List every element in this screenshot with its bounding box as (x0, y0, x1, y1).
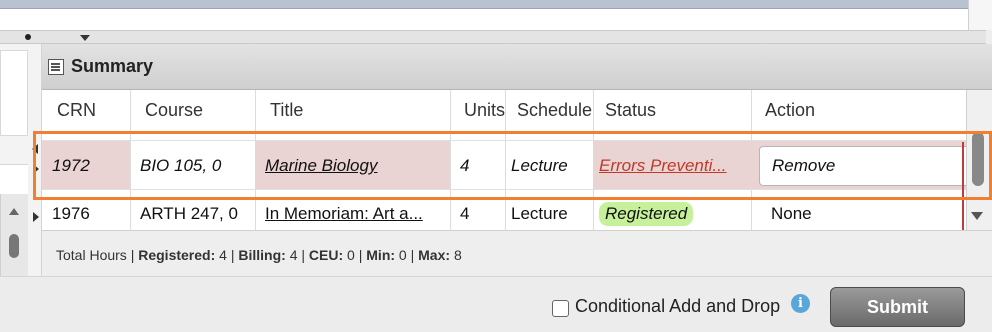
action-cell: Remove (751, 141, 966, 189)
status-cell: Errors Preventi... (593, 141, 751, 189)
registered-value: 4 (219, 247, 227, 263)
column-header-course[interactable]: Course (130, 90, 255, 140)
column-header-schedule[interactable]: Schedule (505, 90, 593, 140)
schedule-cell: Lecture (511, 156, 568, 175)
min-value: 0 (398, 247, 407, 263)
left-pane (0, 44, 42, 312)
status-cell: Registered (593, 198, 751, 230)
units-cell: 4 (460, 204, 470, 223)
scroll-up-icon[interactable] (9, 208, 19, 215)
column-header-action[interactable]: Action (751, 90, 966, 140)
panel-footer: Total Hours | Registered: 4 | Billing: 4… (42, 230, 992, 276)
pane-splitter[interactable] (0, 30, 986, 44)
schedule-cell: Lecture (511, 204, 568, 223)
scroll-thumb[interactable] (972, 132, 984, 186)
top-right-scroll (968, 0, 992, 30)
submit-button[interactable]: Submit (830, 287, 965, 327)
row-arrow-icon[interactable] (33, 164, 39, 174)
billing-value: 4 (289, 247, 298, 263)
status-error-link[interactable]: Errors Preventi... (599, 156, 727, 175)
panel-header: Summary (42, 44, 992, 90)
total-hours-summary: Total Hours | Registered: 4 | Billing: 4… (56, 247, 462, 263)
scroll-down-icon[interactable] (971, 212, 983, 220)
billing-label: Billing: (238, 247, 286, 263)
crn-cell: 1976 (52, 204, 90, 223)
summary-table: CRN Course Title Units Schedule Status A… (42, 90, 966, 276)
registration-screen: Summary CRN Course Title Units Schedule … (0, 0, 992, 332)
registered-label: Registered: (138, 247, 216, 263)
scroll-thumb[interactable] (9, 234, 19, 258)
bottom-bar: Conditional Add and Drop i Submit (0, 276, 992, 332)
status-badge: Registered (599, 202, 694, 226)
info-icon[interactable]: i (791, 294, 810, 313)
course-cell: BIO 105, 0 (140, 156, 222, 175)
course-title-link[interactable]: In Memoriam: Art a... (265, 204, 423, 223)
summary-panel: Summary CRN Course Title Units Schedule … (42, 44, 992, 276)
table-icon (48, 59, 64, 75)
title-cell: Marine Biology (255, 141, 450, 189)
units-cell: 4 (460, 156, 470, 175)
table-scrollbar[interactable] (966, 90, 992, 230)
collapse-caret-icon[interactable] (80, 35, 90, 41)
conditional-add-drop-checkbox[interactable] (552, 300, 569, 317)
ceu-value: 0 (347, 247, 355, 263)
course-title-link[interactable]: Marine Biology (265, 156, 377, 175)
top-area (0, 0, 992, 30)
action-select[interactable]: Remove (759, 146, 966, 186)
max-value: 8 (453, 247, 462, 263)
min-label: Min: (366, 247, 396, 263)
top-panel-edge (0, 0, 968, 9)
expand-left-arrow-icon[interactable] (32, 144, 38, 154)
max-label: Max: (418, 247, 451, 263)
column-header-units[interactable]: Units (450, 90, 505, 140)
table-row[interactable]: 1972 BIO 105, 0 Marine Biology 4 Lecture… (42, 140, 966, 190)
course-cell: ARTH 247, 0 (140, 204, 238, 223)
panel-title: Summary (71, 56, 154, 76)
column-header-crn[interactable]: CRN (42, 90, 130, 140)
column-header-title[interactable]: Title (255, 90, 450, 140)
total-hours-label: Total Hours | (56, 247, 135, 263)
left-pane-content (0, 50, 28, 136)
column-header-status[interactable]: Status (593, 90, 751, 140)
action-cell[interactable]: None (751, 198, 966, 230)
title-cell: In Memoriam: Art a... (255, 198, 450, 230)
ceu-label: CEU: (308, 247, 344, 263)
splitter-grip-icon[interactable] (25, 34, 31, 40)
table-row[interactable]: 1976 ARTH 247, 0 In Memoriam: Art a... 4… (42, 198, 966, 230)
conditional-add-drop-label[interactable]: Conditional Add and Drop (575, 296, 780, 317)
crn-cell: 1972 (42, 141, 130, 189)
row-arrow-icon[interactable] (33, 212, 39, 222)
